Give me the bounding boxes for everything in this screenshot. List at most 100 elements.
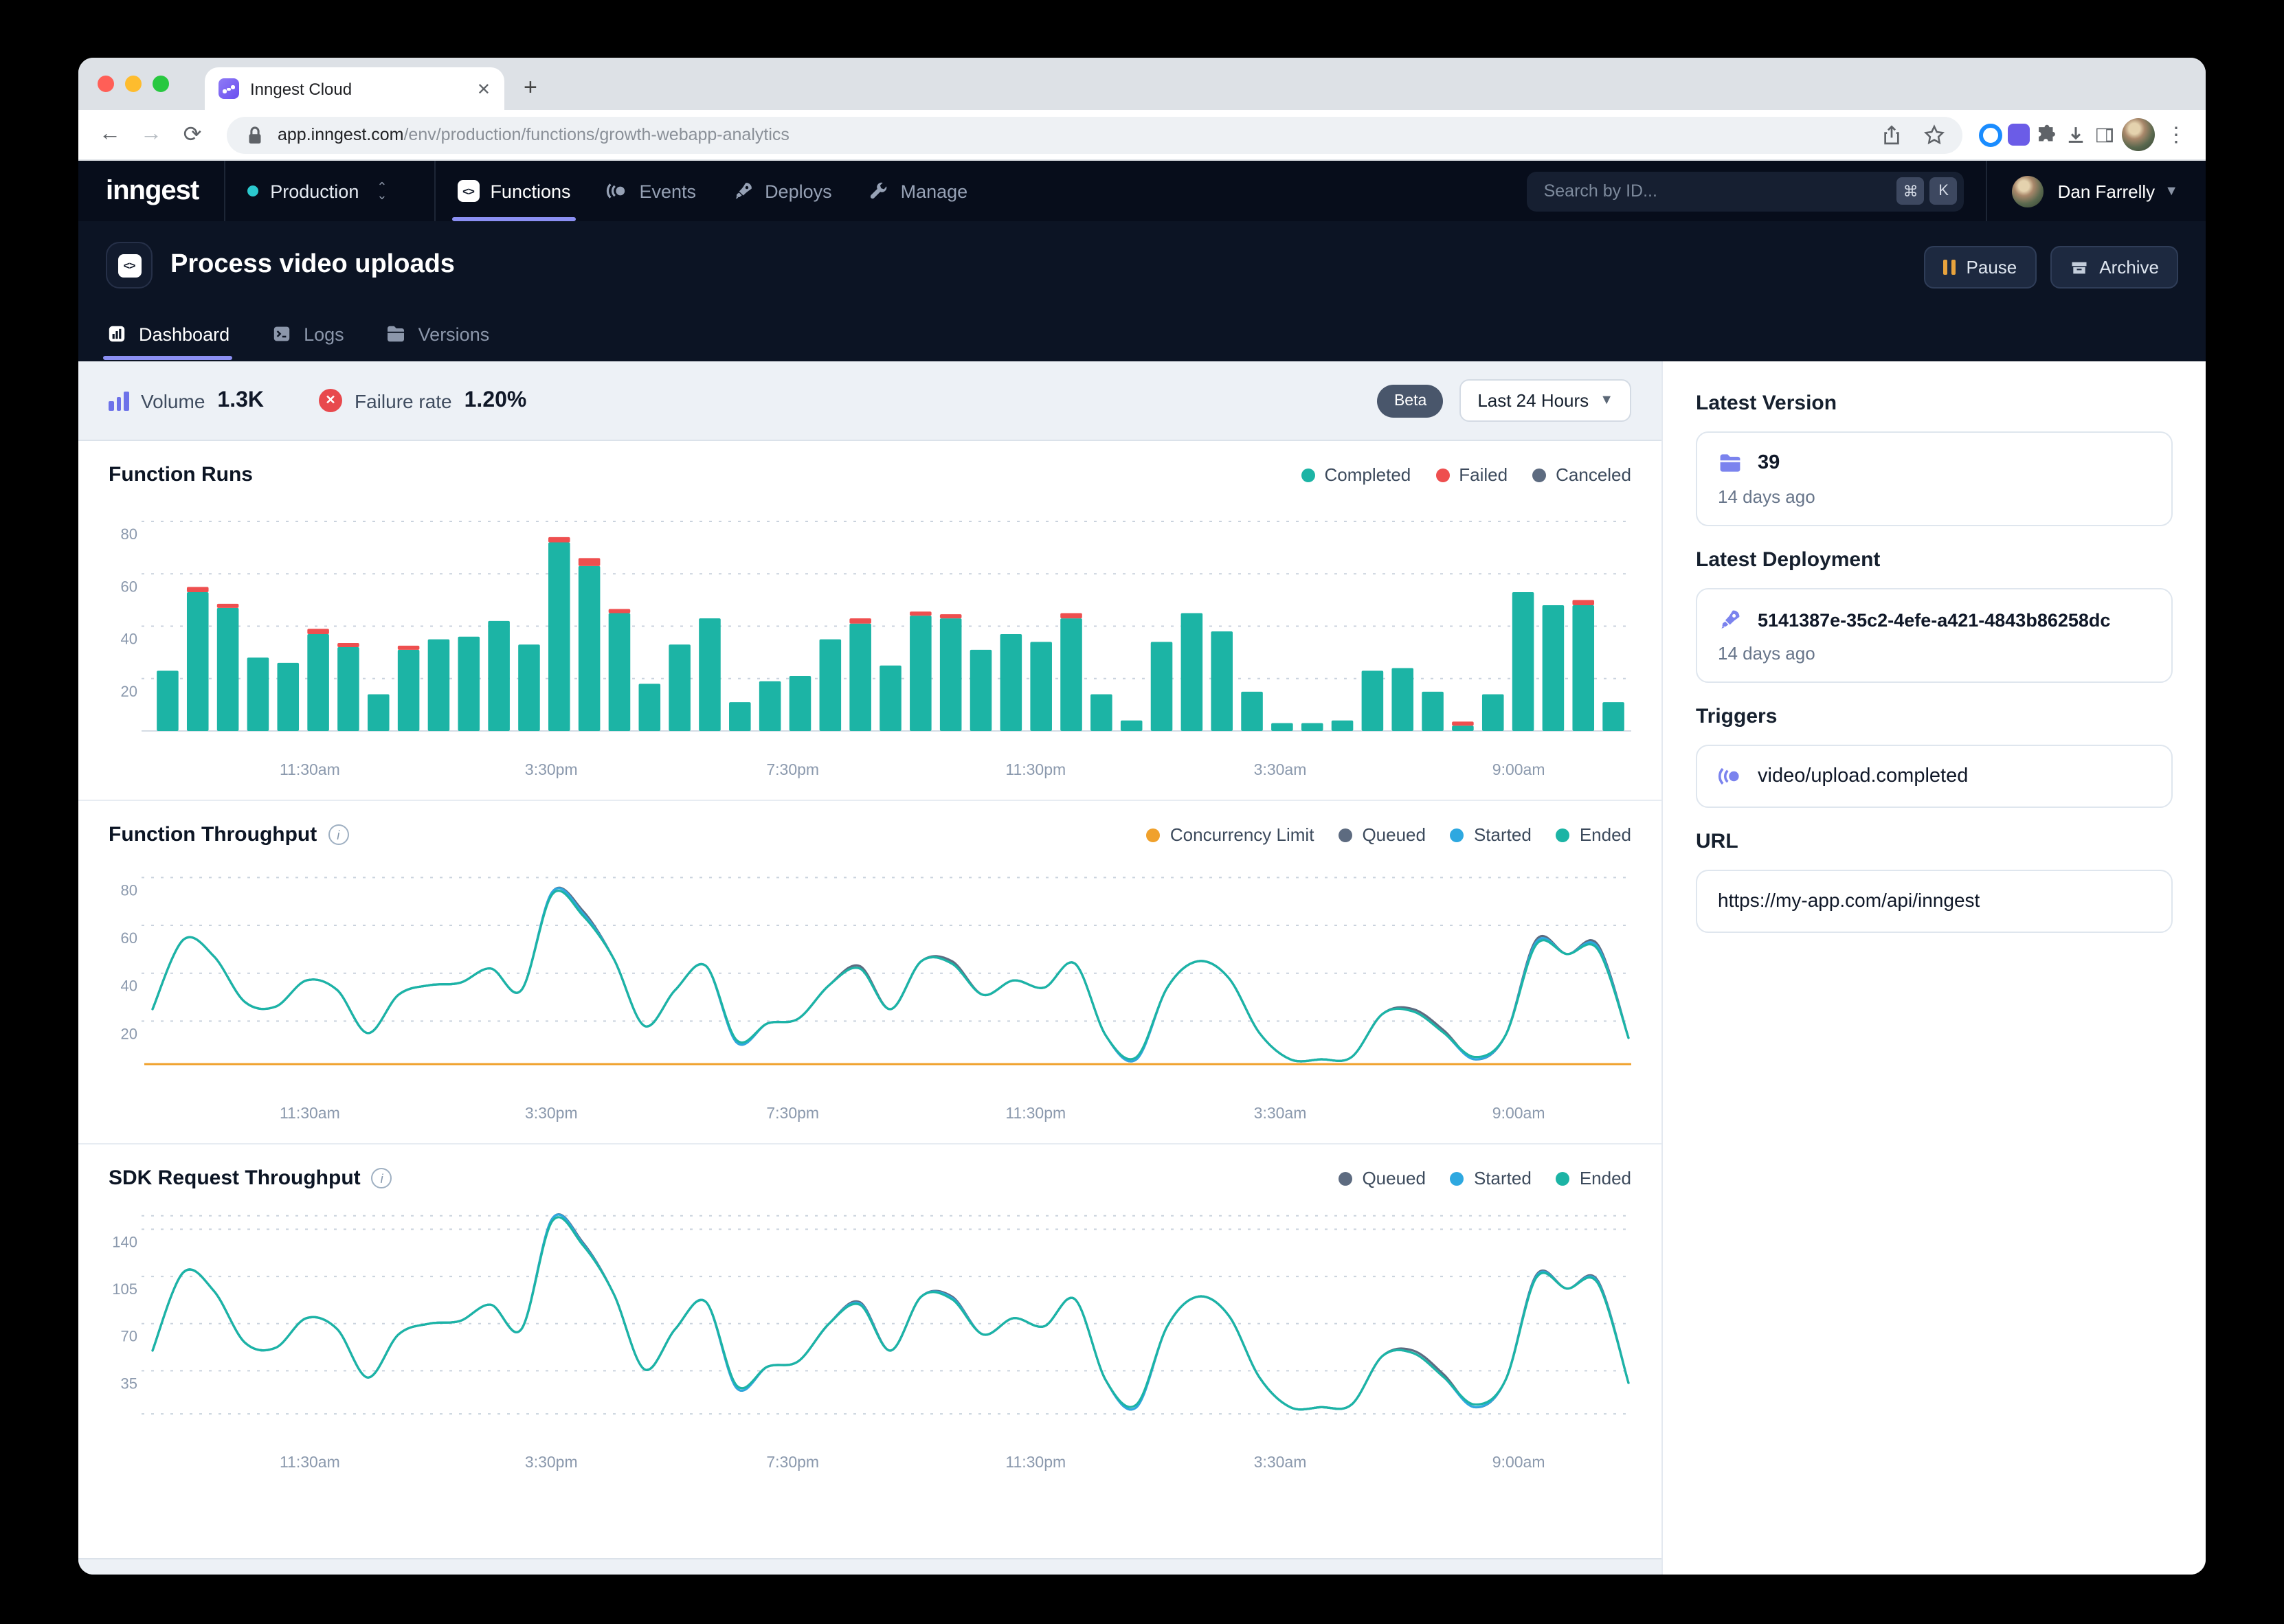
address-bar[interactable]: app.inngest.com/env/production/functions… [227, 116, 1962, 153]
browser-toolbar: ← → ⟳ app.inngest.com/env/production/fun… [78, 110, 2206, 161]
side-panel-icon[interactable] [2093, 123, 2116, 146]
svg-text:20: 20 [121, 683, 137, 700]
url-path: /env/production/functions/growth-webapp-… [403, 125, 789, 144]
function-throughput-section: Function Throughput i Concurrency LimitQ… [78, 800, 1661, 1124]
legend-item: Ended [1556, 824, 1631, 845]
svg-text:105: 105 [112, 1281, 137, 1298]
bookmark-star-icon[interactable] [1923, 123, 1946, 146]
svg-text:11:30am: 11:30am [280, 760, 340, 778]
beta-badge: Beta [1378, 384, 1443, 417]
deploys-rocket-icon [732, 180, 754, 202]
browser-tab-strip: Inngest Cloud ✕ + [78, 58, 2206, 110]
events-icon [607, 180, 629, 202]
svg-text:7:30pm: 7:30pm [766, 1453, 819, 1471]
divider [434, 161, 435, 221]
legend-item: Queued [1339, 824, 1426, 845]
nav-item-functions[interactable]: <> Functions [457, 161, 570, 221]
environment-status-dot [247, 185, 258, 196]
pause-button[interactable]: Pause [1925, 246, 2037, 289]
tab-label: Logs [304, 324, 344, 344]
volume-value: 1.3K [217, 388, 264, 413]
password-extension-icon[interactable] [1979, 123, 2002, 146]
legend-dot [1451, 1171, 1464, 1185]
legend-item: Completed [1301, 464, 1411, 485]
svg-text:80: 80 [121, 881, 137, 899]
minimize-window-button[interactable] [125, 76, 142, 92]
share-icon[interactable] [1880, 123, 1903, 146]
puzzle-extensions-icon[interactable] [2035, 123, 2059, 146]
latest-version-time: 14 days ago [1718, 486, 2151, 507]
legend-dot [1556, 828, 1570, 842]
failure-value: 1.20% [464, 388, 527, 413]
environment-selector[interactable]: Production ⌃⌄ [225, 161, 409, 221]
tab-close-icon[interactable]: ✕ [477, 79, 491, 98]
triggers-heading: Triggers [1696, 705, 2173, 728]
latest-version-value: 39 [1758, 452, 1780, 474]
extension-icon[interactable] [2008, 124, 2030, 146]
function-icon: <> [106, 242, 153, 289]
search-input[interactable]: Search by ID... ⌘ K [1527, 171, 1964, 211]
maximize-window-button[interactable] [153, 76, 169, 92]
url-card[interactable]: https://my-app.com/api/inngest [1696, 870, 2173, 933]
function-throughput-chart: 2040608011:30am3:30pm7:30pm11:30pm3:30am… [109, 855, 1631, 1124]
inngest-logo[interactable]: inngest [106, 175, 199, 207]
tab-dashboard[interactable]: Dashboard [106, 308, 229, 360]
legend-label: Started [1474, 1168, 1532, 1188]
function-runs-section: Function Runs CompletedFailedCanceled 20… [78, 441, 1661, 780]
archive-button[interactable]: Archive [2050, 246, 2178, 289]
svg-text:20: 20 [121, 1025, 137, 1042]
chart-legend: Completed Failed Canceled [1301, 464, 1631, 485]
new-tab-button[interactable]: + [524, 74, 537, 102]
tab-logs[interactable]: Logs [271, 308, 344, 360]
nav-item-events[interactable]: Events [607, 161, 697, 221]
volume-bars-icon [109, 391, 128, 410]
chevron-updown-icon: ⌃⌄ [377, 183, 387, 199]
latest-deployment-heading: Latest Deployment [1696, 548, 2173, 572]
function-runs-chart: 2040608011:30am3:30pm7:30pm11:30pm3:30am… [109, 495, 1631, 780]
rocket-icon [1718, 607, 1743, 632]
failure-rate-stat: ✕ Failure rate 1.20% [319, 388, 526, 413]
latest-deployment-value: 5141387e-35c2-4efe-a421-4843b86258dc [1758, 609, 2110, 630]
time-range-selector[interactable]: Last 24 Hours ▼ [1459, 379, 1631, 422]
legend-label: Completed [1325, 464, 1411, 485]
latest-deployment-card[interactable]: 5141387e-35c2-4efe-a421-4843b86258dc 14 … [1696, 588, 2173, 683]
trigger-value: video/upload.completed [1758, 765, 1968, 787]
time-range-label: Last 24 Hours [1477, 390, 1589, 411]
reload-button[interactable]: ⟳ [175, 121, 210, 148]
sdk-request-throughput-chart: 357010514011:30am3:30pm7:30pm11:30pm3:30… [109, 1198, 1631, 1473]
legend-item: Failed [1435, 464, 1508, 485]
tab-versions[interactable]: Versions [385, 308, 490, 360]
legend-label: Queued [1362, 1168, 1426, 1188]
info-icon[interactable]: i [328, 824, 348, 845]
versions-folder-icon [385, 323, 407, 345]
legend-dot [1339, 1171, 1352, 1185]
info-icon[interactable]: i [372, 1168, 392, 1188]
trigger-card[interactable]: video/upload.completed [1696, 745, 2173, 808]
svg-text:60: 60 [121, 929, 137, 947]
browser-menu-icon[interactable]: ⋮ [2160, 122, 2192, 147]
footer-strip [78, 1558, 1661, 1575]
close-window-button[interactable] [98, 76, 114, 92]
latest-version-card[interactable]: 39 14 days ago [1696, 431, 2173, 526]
dashboard-chart-icon [106, 323, 128, 345]
browser-tab[interactable]: Inngest Cloud ✕ [205, 67, 504, 110]
nav-item-manage[interactable]: Manage [868, 161, 968, 221]
svg-text:9:00am: 9:00am [1492, 1104, 1545, 1122]
legend-label: Canceled [1556, 464, 1631, 485]
download-icon[interactable] [2064, 123, 2087, 146]
forward-button[interactable]: → [133, 122, 169, 147]
chart-legend: Concurrency LimitQueuedStartedEnded [1147, 824, 1631, 845]
back-button[interactable]: ← [92, 122, 128, 147]
page-title: Process video uploads [170, 250, 455, 280]
user-menu[interactable]: Dan Farrelly ▼ [1988, 161, 2178, 221]
svg-text:70: 70 [121, 1328, 137, 1345]
nav-item-deploys[interactable]: Deploys [732, 161, 832, 221]
browser-profile-avatar[interactable] [2122, 118, 2155, 151]
svg-text:3:30am: 3:30am [1254, 1104, 1307, 1122]
url-host: app.inngest.com [278, 125, 403, 144]
archive-label: Archive [2099, 257, 2159, 278]
search-placeholder: Search by ID... [1544, 181, 1892, 201]
legend-dot [1301, 468, 1315, 482]
folder-icon [1718, 451, 1743, 475]
user-avatar [2013, 175, 2044, 207]
